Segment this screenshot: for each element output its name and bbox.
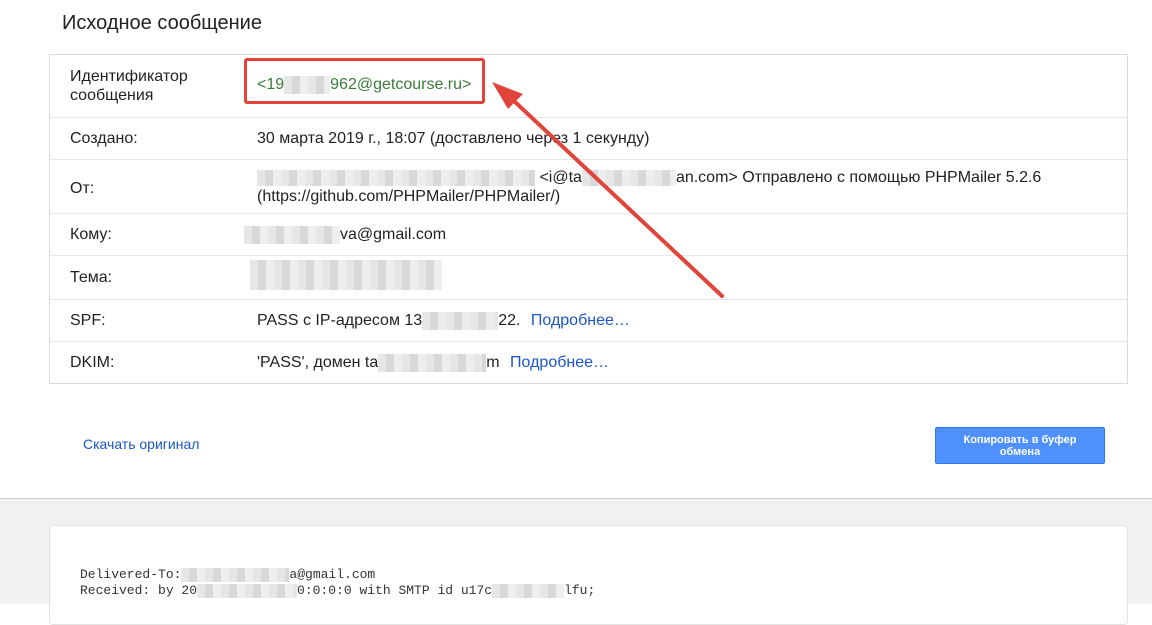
subject-value: [250, 260, 1047, 290]
redacted-blur: [581, 169, 676, 186]
dkim-text-prefix: 'PASS', домен ta: [257, 354, 379, 371]
from-label: От:: [70, 180, 95, 197]
dkim-more-link[interactable]: Подробнее…: [510, 354, 609, 371]
to-value: va@gmail.com: [244, 225, 1047, 244]
dkim-value: 'PASS', домен ta m Подробнее…: [257, 353, 1047, 372]
redacted-blur: [378, 353, 487, 372]
spf-row: SPF: PASS с IP-адресом 13 22. Подробнее…: [50, 299, 1127, 341]
message-id-label: Идентификатор сообщения: [70, 68, 188, 104]
raw-line-2-suffix: lfu;: [564, 583, 596, 598]
raw-message-text: Delivered-To: a@gmail.com Received: by 20…: [80, 567, 595, 599]
spf-text-suffix: 22.: [498, 312, 521, 329]
created-row: Создано: 30 марта 2019 г., 18:07 (достав…: [50, 117, 1127, 159]
from-row: От: <i@ta an.com> Отправлено с помощью PH…: [50, 159, 1127, 213]
redacted-blur: [257, 169, 535, 186]
redacted-blur: [244, 225, 340, 244]
page-title: Исходное сообщение: [62, 12, 262, 34]
redacted-blur: [181, 567, 290, 582]
download-original-link[interactable]: Скачать оригинал: [83, 436, 199, 452]
spf-text-prefix: PASS с IP-адресом 13: [257, 312, 423, 329]
to-email: va@gmail.com: [340, 226, 447, 243]
spf-value: PASS с IP-адресом 13 22. Подробнее…: [257, 311, 1047, 330]
raw-line-1-suffix: a@gmail.com: [289, 567, 376, 582]
raw-line-1-prefix: Delivered-To:: [80, 567, 182, 582]
from-email: <i@ta: [539, 169, 582, 186]
message-details-table: Идентификатор сообщения <19 962@getcourse…: [49, 54, 1128, 384]
redacted-blur: [250, 260, 442, 290]
subject-row: Тема:: [50, 255, 1127, 299]
created-label: Создано:: [70, 130, 138, 147]
to-label: Кому:: [70, 226, 112, 243]
annotation-highlight-box: [244, 58, 485, 104]
dkim-row: DKIM: 'PASS', домен ta m Подробнее…: [50, 341, 1127, 383]
copy-to-clipboard-button[interactable]: Копировать в буфер обмена: [935, 427, 1105, 464]
message-id-row: Идентификатор сообщения <19 962@getcourse…: [50, 55, 1127, 117]
from-mailer-link: (https://github.com/PHPMailer/PHPMailer/…: [257, 188, 561, 205]
raw-line-2-mid: 0:0:0:0 with SMTP id u17c: [297, 583, 493, 598]
raw-line-2-prefix: Received: by 20: [80, 583, 198, 598]
dkim-label: DKIM:: [70, 354, 115, 371]
from-email-tail: an.com> Отправлено с помощью PHPMailer 5…: [675, 169, 1042, 186]
from-value: <i@ta an.com> Отправлено с помощью PHPMai…: [257, 168, 1047, 206]
subject-label: Тема:: [70, 269, 113, 286]
to-row: Кому: va@gmail.com: [50, 213, 1127, 255]
dkim-text-suffix: m: [486, 354, 500, 371]
redacted-blur: [422, 311, 499, 330]
redacted-blur: [492, 583, 565, 598]
created-value: 30 марта 2019 г., 18:07 (доставлено чере…: [257, 130, 650, 147]
spf-label: SPF:: [70, 312, 106, 329]
spf-more-link[interactable]: Подробнее…: [531, 312, 630, 329]
redacted-blur: [197, 583, 298, 598]
